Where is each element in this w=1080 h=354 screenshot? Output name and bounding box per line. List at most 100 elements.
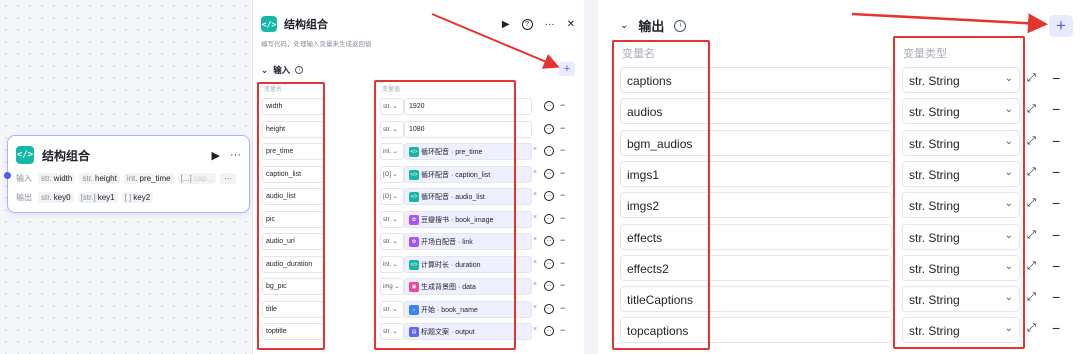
clear-icon[interactable]: × <box>533 259 537 266</box>
variable-name-field[interactable]: pic <box>262 210 324 228</box>
output-name-field[interactable]: imgs1 <box>620 160 892 187</box>
variable-name-field[interactable]: audio_url <box>262 233 324 250</box>
close-icon[interactable]: ✕ <box>567 19 575 30</box>
node-input-port[interactable] <box>4 172 11 179</box>
input-section-header[interactable]: ⌄ 输入 i <box>261 64 304 76</box>
remove-row-icon[interactable]: − <box>560 168 565 178</box>
more-icon[interactable]: ··· <box>230 149 241 162</box>
output-name-field[interactable]: imgs2 <box>620 192 892 219</box>
remove-row-icon[interactable]: − <box>560 258 565 268</box>
node-inputs-more[interactable]: ··· <box>220 173 237 184</box>
settings-circle-icon[interactable]: ⋯ <box>544 168 554 179</box>
output-type-select[interactable]: str. String ⌄ <box>902 286 1020 313</box>
variable-value-field[interactable]: </> 循环配音 · pre_time <box>404 143 532 160</box>
variable-name-field[interactable]: toptitle <box>262 323 324 340</box>
variable-value-field[interactable]: ✿ 豆瓣搜书 · book_image <box>404 210 532 228</box>
output-name-field[interactable]: captions <box>620 67 892 93</box>
variable-type-select[interactable]: str. ⌄ <box>380 323 404 340</box>
variable-name-field[interactable]: audio_list <box>262 188 324 205</box>
output-name-field[interactable]: audios <box>620 98 892 125</box>
output-type-select[interactable]: str. String ⌄ <box>902 192 1020 219</box>
remove-row-icon[interactable]: − <box>1052 320 1060 336</box>
remove-row-icon[interactable]: − <box>560 235 565 245</box>
variable-value-field[interactable]: ▣ 生成背景图 · data <box>404 278 532 295</box>
info-icon[interactable]: i <box>295 66 304 74</box>
clear-icon[interactable]: × <box>533 191 537 198</box>
remove-row-icon[interactable]: − <box>1052 258 1060 274</box>
output-section-header[interactable]: ⌄ 输出 i <box>620 16 687 35</box>
variable-type-select[interactable]: str. ⌄ <box>380 98 404 115</box>
settings-circle-icon[interactable]: ⋯ <box>544 236 554 246</box>
settings-circle-icon[interactable]: ⋯ <box>544 258 554 269</box>
variable-name-field[interactable]: audio_duration <box>262 255 324 273</box>
clear-icon[interactable]: × <box>533 304 537 311</box>
expand-icon[interactable]: ⤢ <box>1027 229 1036 242</box>
variable-name-field[interactable]: bg_pic <box>262 278 324 295</box>
clear-icon[interactable]: × <box>533 169 537 176</box>
expand-icon[interactable]: ⤢ <box>1027 197 1036 210</box>
variable-type-select[interactable]: str. ⌄ <box>380 300 404 318</box>
settings-circle-icon[interactable]: ⋯ <box>544 123 554 134</box>
settings-circle-icon[interactable]: ⋯ <box>544 146 554 156</box>
remove-row-icon[interactable]: − <box>560 213 565 223</box>
variable-type-select[interactable]: int. ⌄ <box>380 143 404 160</box>
more-icon[interactable]: ··· <box>545 19 555 30</box>
variable-name-field[interactable]: pre_time <box>262 143 324 160</box>
output-name-field[interactable]: topcaptions <box>620 317 892 344</box>
code-node-card[interactable]: </> 结构组合 ▶ ··· 输入 str. width str. height i… <box>4 135 250 213</box>
expand-icon[interactable]: ⤢ <box>1027 103 1036 116</box>
remove-row-icon[interactable]: − <box>560 325 565 335</box>
variable-value-field[interactable]: </> 计算时长 · duration <box>404 255 532 273</box>
remove-row-icon[interactable]: − <box>1052 164 1060 180</box>
clear-icon[interactable]: × <box>533 146 537 153</box>
variable-value-field[interactable]: </> 循环配音 · audio_list <box>404 188 532 205</box>
clear-icon[interactable]: × <box>533 236 537 243</box>
chevron-down-icon[interactable]: ⌄ <box>261 65 268 76</box>
expand-icon[interactable]: ⤢ <box>1027 166 1036 179</box>
output-type-select[interactable]: str. String ⌄ <box>902 98 1020 125</box>
variable-name-field[interactable]: height <box>262 120 324 138</box>
remove-row-icon[interactable]: − <box>560 190 565 200</box>
remove-row-icon[interactable]: − <box>560 145 565 155</box>
remove-row-icon[interactable]: − <box>560 100 565 110</box>
expand-icon[interactable]: ⤢ <box>1027 260 1036 273</box>
variable-type-select[interactable]: [O] ⌄ <box>380 165 404 183</box>
output-type-select[interactable]: str. String ⌄ <box>902 129 1020 156</box>
run-icon[interactable]: ▶ <box>502 19 510 30</box>
remove-row-icon[interactable]: − <box>1052 227 1060 243</box>
chevron-down-icon[interactable]: ⌄ <box>620 20 628 31</box>
run-icon[interactable]: ▶ <box>212 149 220 162</box>
help-icon[interactable]: ? <box>521 18 533 30</box>
variable-type-select[interactable]: str. ⌄ <box>380 233 404 250</box>
remove-row-icon[interactable]: − <box>560 280 565 290</box>
variable-value-field[interactable]: </> 循环配音 · caption_list <box>404 165 532 183</box>
remove-row-icon[interactable]: − <box>560 123 565 133</box>
settings-circle-icon[interactable]: ⋯ <box>544 101 554 111</box>
variable-value-field[interactable]: 1080 <box>404 120 532 138</box>
settings-circle-icon[interactable]: ⋯ <box>544 191 554 201</box>
variable-value-field[interactable]: ⌂ 开始 · book_name <box>404 300 532 318</box>
settings-circle-icon[interactable]: ⋯ <box>544 281 554 291</box>
variable-name-field[interactable]: caption_list <box>262 165 324 183</box>
add-input-button[interactable]: + <box>559 62 575 76</box>
variable-value-field[interactable]: 1920 <box>404 98 532 115</box>
variable-type-select[interactable]: str. ⌄ <box>380 210 404 228</box>
remove-row-icon[interactable]: − <box>1052 195 1060 211</box>
clear-icon[interactable]: × <box>533 214 537 221</box>
remove-row-icon[interactable]: − <box>1052 101 1060 117</box>
settings-circle-icon[interactable]: ⋯ <box>544 326 554 336</box>
expand-icon[interactable]: ⤢ <box>1027 72 1036 85</box>
output-name-field[interactable]: effects2 <box>620 254 892 281</box>
expand-icon[interactable]: ⤢ <box>1027 291 1036 304</box>
output-type-select[interactable]: str. String ⌄ <box>902 67 1020 93</box>
remove-row-icon[interactable]: − <box>1052 289 1060 305</box>
variable-type-select[interactable]: img ⌄ <box>380 278 404 295</box>
output-name-field[interactable]: titleCaptions <box>620 286 892 313</box>
clear-icon[interactable]: × <box>533 326 537 333</box>
info-icon[interactable]: i <box>674 19 687 32</box>
add-output-button[interactable]: + <box>1049 15 1073 37</box>
variable-type-select[interactable]: int. ⌄ <box>380 255 404 273</box>
expand-icon[interactable]: ⤢ <box>1027 135 1036 148</box>
variable-value-field[interactable]: ▤ 标题文案 · output <box>404 323 532 340</box>
output-type-select[interactable]: str. String ⌄ <box>902 160 1020 187</box>
